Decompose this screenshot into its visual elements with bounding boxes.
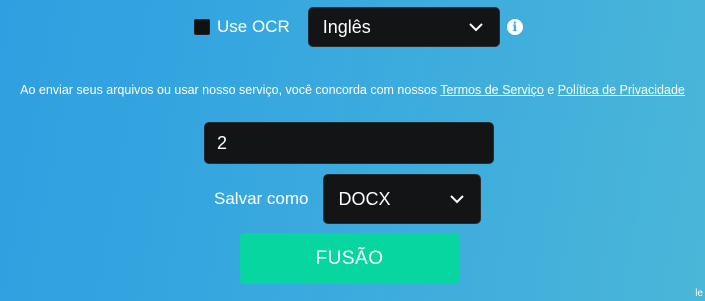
- ocr-language-select[interactable]: Inglês: [307, 7, 500, 47]
- terms-of-service-link[interactable]: Termos de Serviço: [440, 83, 544, 97]
- chevron-down-icon: [450, 195, 465, 204]
- use-ocr-label[interactable]: Use OCR: [217, 17, 290, 37]
- use-ocr-checkbox[interactable]: [194, 19, 210, 35]
- save-as-label: Salvar como: [214, 189, 309, 208]
- ocr-language-value: Inglês: [322, 16, 371, 37]
- format-select[interactable]: DOCX: [323, 174, 482, 224]
- privacy-policy-link[interactable]: Política de Privacidade: [558, 83, 685, 97]
- merge-button-label: FUSÃO: [315, 247, 384, 269]
- save-as-row: Salvar como DOCX: [214, 174, 482, 224]
- terms-notice: Ao enviar seus arquivos ou usar nosso se…: [0, 83, 705, 97]
- pages-input[interactable]: 2: [204, 122, 494, 164]
- format-value: DOCX: [338, 188, 391, 209]
- merge-button[interactable]: FUSÃO: [240, 233, 459, 284]
- ocr-row: Use OCR Inglês i: [194, 7, 523, 47]
- pages-input-value: 2: [217, 132, 228, 153]
- chevron-down-icon: [469, 23, 483, 32]
- terms-conjunction: e: [543, 83, 558, 97]
- info-icon[interactable]: i: [506, 19, 523, 35]
- corner-text: le: [695, 288, 703, 299]
- terms-prefix: Ao enviar seus arquivos ou usar nosso se…: [20, 83, 441, 97]
